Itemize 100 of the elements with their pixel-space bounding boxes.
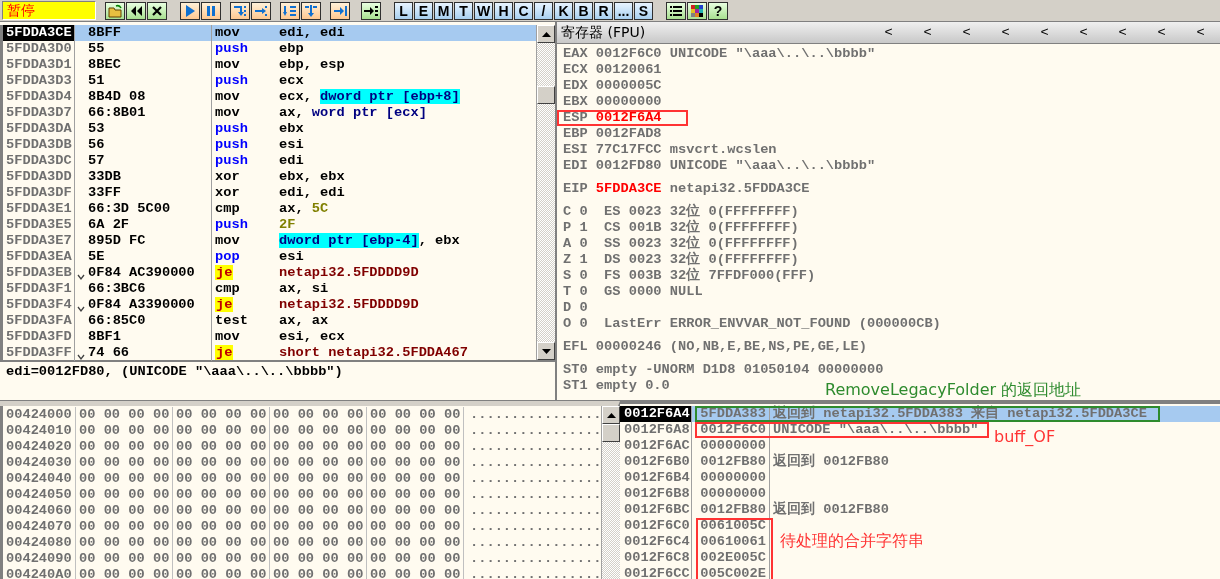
help-button[interactable]: ?	[708, 1, 728, 20]
window-button[interactable]: E	[414, 1, 433, 20]
address-cell: 5FDDA3DB	[3, 137, 75, 153]
hex-bytes-cell: 00 00 00 00	[367, 535, 464, 551]
collapse-button[interactable]: <	[947, 25, 986, 40]
hex-bytes-cell: 00 00 00 00	[76, 407, 173, 423]
hex-bytes-cell: 00 00 00 00	[270, 535, 367, 551]
operand-text: ebp, esp	[279, 57, 345, 72]
window-button[interactable]: K	[554, 1, 573, 20]
ascii-cell-text: ................	[469, 423, 602, 439]
window-button[interactable]: R	[594, 1, 613, 20]
scroll-down-button[interactable]	[537, 342, 555, 360]
operand-text: esi	[279, 249, 304, 264]
pause-button[interactable]	[201, 1, 221, 20]
hex-bytes-cell: 00 00 00 00	[76, 535, 173, 551]
window-button[interactable]: M	[434, 1, 453, 20]
comment-cell-text: UNICODE "\aaa\..\..\bbbb"	[772, 422, 979, 438]
step-into-button[interactable]	[230, 1, 250, 20]
scroll-up-button[interactable]	[602, 406, 621, 424]
scrollbar-thumb[interactable]	[602, 424, 621, 442]
list-window-button[interactable]	[666, 1, 686, 20]
hex-bytes-cell: 00 00 00 00	[270, 455, 367, 471]
hex-bytes-cell: 00 00 00 00	[270, 439, 367, 455]
collapse-button[interactable]: <	[1142, 25, 1181, 40]
register-value: 0000005C	[595, 78, 662, 94]
color-grid-button[interactable]	[687, 1, 707, 20]
hex-bytes-cell: 00 00 00 00	[76, 519, 173, 535]
mnemonic-text: push	[215, 41, 248, 56]
mnemonic-text: cmp	[215, 201, 240, 216]
value-cell: 0012FB80	[692, 454, 770, 470]
value-cell: 00610061	[692, 534, 770, 550]
register-name: EAX	[563, 46, 589, 62]
hex-bytes-cell: 00 00 00 00	[173, 407, 270, 423]
window-button[interactable]: W	[474, 1, 493, 20]
ascii-cell-text: ................	[469, 535, 602, 551]
hex-bytes-cell-text: 33FF	[87, 185, 121, 201]
address-cell: 5FDDA3E7	[3, 233, 75, 249]
trace-over-icon	[303, 2, 319, 19]
address-cell: 5FDDA3DC	[3, 153, 75, 169]
window-button[interactable]: C	[514, 1, 533, 20]
step-over-button[interactable]	[251, 1, 271, 20]
hex-bytes-cell: 00 00 00 00	[76, 551, 173, 567]
close-button[interactable]	[147, 1, 167, 20]
hex-bytes-cell: 00 00 00 00	[367, 503, 464, 519]
hex-bytes-cell: 00 00 00 00	[367, 423, 464, 439]
address-cell: 0012F6B8	[620, 486, 692, 502]
mnemonic-text: xor	[215, 169, 240, 184]
window-button[interactable]: /	[534, 1, 553, 20]
address-cell: 004240A0	[3, 567, 76, 579]
register-name: ECX	[563, 62, 589, 78]
operand-text: 2F	[279, 217, 296, 232]
window-button[interactable]: T	[454, 1, 473, 20]
operand-text: , ebx	[418, 233, 460, 248]
selected-row[interactable]: 5FDDA3CE 8BFF mov edi, edi	[3, 25, 536, 41]
collapse-button[interactable]: <	[1064, 25, 1103, 40]
register-line: EFL 00000246 (NO,NB,E,BE,NS,PE,GE,LE)	[563, 339, 867, 355]
address-cell: 5FDDA3D4	[3, 89, 75, 105]
register-name: EDX	[563, 78, 589, 94]
collapse-button[interactable]: <	[1103, 25, 1142, 40]
scroll-up-button[interactable]	[537, 25, 555, 43]
hex-bytes-cell: 00 00 00 00	[76, 503, 173, 519]
go-to-button[interactable]	[361, 1, 381, 20]
register-line: S 0 FS 003B 32位 7FFDF000(FFF)	[563, 268, 816, 284]
collapse-button[interactable]: <	[1025, 25, 1064, 40]
reopen-button[interactable]	[105, 1, 125, 20]
address-cell: 5FDDA3EB	[3, 265, 75, 281]
annotation-label: buff_OF	[994, 427, 1056, 447]
operand-text: edi, edi	[279, 25, 345, 40]
execute-till-return-button[interactable]	[330, 1, 350, 20]
hex-bytes-cell-text: 33DB	[87, 169, 121, 185]
comment-cell-text: 返回到 0012FB80	[772, 502, 889, 518]
hex-bytes-cell: 00 00 00 00	[270, 407, 367, 423]
window-button[interactable]: L	[394, 1, 413, 20]
folder-icon	[107, 2, 123, 19]
trace-over-button[interactable]	[301, 1, 321, 20]
mnemonic-text: mov	[215, 329, 240, 344]
collapse-button[interactable]: <	[908, 25, 947, 40]
trace-into-button[interactable]	[280, 1, 300, 20]
hex-bytes-cell-text: 66:3BC6	[87, 281, 146, 297]
hex-bytes-cell-text: 8BEC	[87, 57, 121, 73]
mnemonic-text: push	[215, 73, 248, 88]
window-button[interactable]: H	[494, 1, 513, 20]
scrollbar-thumb[interactable]	[537, 86, 555, 104]
window-button[interactable]: ...	[614, 1, 633, 20]
collapse-button[interactable]: <	[1181, 25, 1220, 40]
hex-bytes-cell-text: 8BFF	[87, 25, 121, 41]
window-button[interactable]: S	[634, 1, 653, 20]
window-button[interactable]: B	[574, 1, 593, 20]
hex-bytes-cell: 00 00 00 00	[367, 551, 464, 567]
restart-button[interactable]	[126, 1, 146, 20]
operand-text: ax,	[279, 105, 305, 120]
collapse-button[interactable]: <	[869, 25, 908, 40]
address-cell: 5FDDA3EA	[3, 249, 75, 265]
collapse-button[interactable]: <	[986, 25, 1025, 40]
operand-text: 5C	[311, 201, 329, 216]
value-cell: 00000000	[692, 486, 770, 502]
hex-bytes-cell-text: 66:85C0	[87, 313, 146, 329]
run-button[interactable]	[180, 1, 200, 20]
mnemonic-text: je	[215, 265, 234, 280]
register-comment: UNICODE "\aaa\..\..\bbbb"	[668, 46, 876, 62]
